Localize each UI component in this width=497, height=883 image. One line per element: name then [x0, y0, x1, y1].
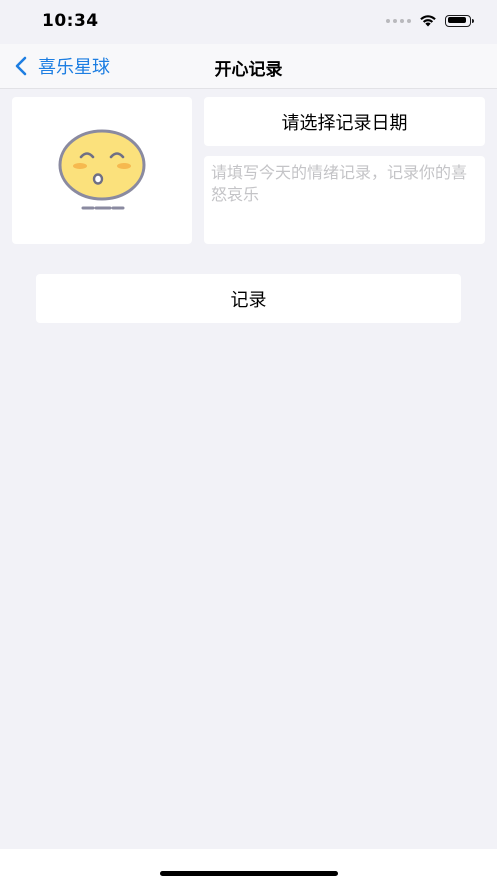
- mood-emoji-card[interactable]: [12, 97, 192, 244]
- battery-icon: [445, 14, 474, 27]
- mood-record-input[interactable]: [204, 156, 485, 244]
- page-title: 开心记录: [214, 60, 283, 80]
- status-bar: 10:34: [0, 0, 497, 44]
- status-time: 10:34: [42, 11, 99, 31]
- cellular-signal-icon: [386, 18, 411, 23]
- bottom-safe-area: [0, 849, 497, 883]
- status-indicators: [386, 14, 474, 27]
- record-button[interactable]: 记录: [36, 274, 461, 323]
- home-indicator[interactable]: [160, 871, 338, 876]
- select-date-button[interactable]: 请选择记录日期: [204, 97, 485, 146]
- wifi-icon: [420, 15, 436, 27]
- battery-level: [447, 17, 466, 23]
- navigation-bar: 喜乐星球 开心记录: [0, 44, 497, 89]
- sleepy-face-icon: [58, 129, 146, 210]
